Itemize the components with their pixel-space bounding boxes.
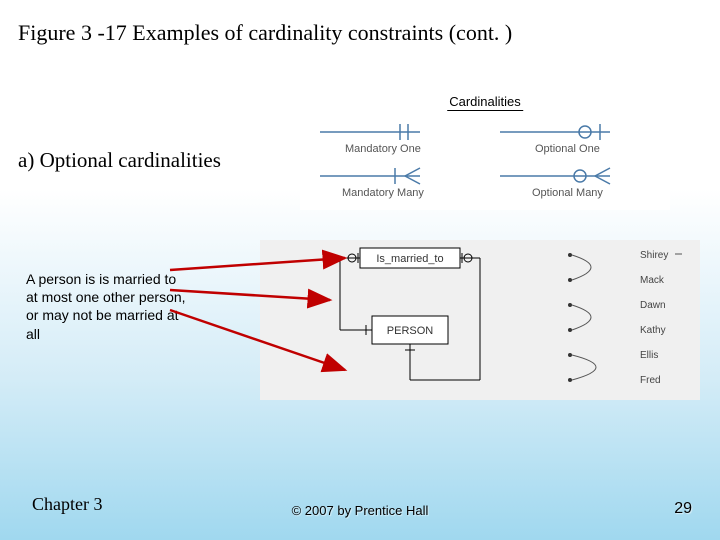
mandatory-many-icon (320, 168, 420, 184)
instance-dots (568, 253, 572, 382)
legend-label: Optional One (535, 143, 600, 155)
instance-label: Ellis (640, 350, 658, 361)
figure-title: Figure 3 -17 Examples of cardinality con… (18, 20, 512, 46)
figure-subtitle: a) Optional cardinalities (18, 148, 221, 173)
footer-page-number: 29 (674, 500, 692, 518)
legend-diagram: Mandatory One Optional One Mandatory Man… (300, 114, 670, 210)
instance-label: Shirey (640, 250, 668, 261)
footer-copyright: © 2007 by Prentice Hall (292, 503, 429, 518)
optional-one-icon (500, 124, 610, 140)
instance-label: Fred (640, 375, 661, 386)
entity-label: PERSON (387, 325, 434, 337)
mandatory-one-icon (320, 124, 420, 140)
legend-label: Mandatory One (345, 143, 421, 155)
instance-label: Kathy (640, 325, 666, 336)
callout-arrows (130, 240, 390, 400)
cardinality-legend: Cardinalities Mandatory One Optional One… (300, 90, 670, 210)
legend-label: Optional Many (532, 187, 603, 199)
instance-pairings (572, 255, 596, 380)
footer-chapter: Chapter 3 (32, 494, 102, 515)
instance-label: Dawn (640, 300, 666, 311)
optional-many-icon (500, 168, 610, 184)
legend-label: Mandatory Many (342, 187, 424, 199)
instance-label: Mack (640, 275, 665, 286)
legend-heading: Cardinalities (447, 94, 523, 111)
